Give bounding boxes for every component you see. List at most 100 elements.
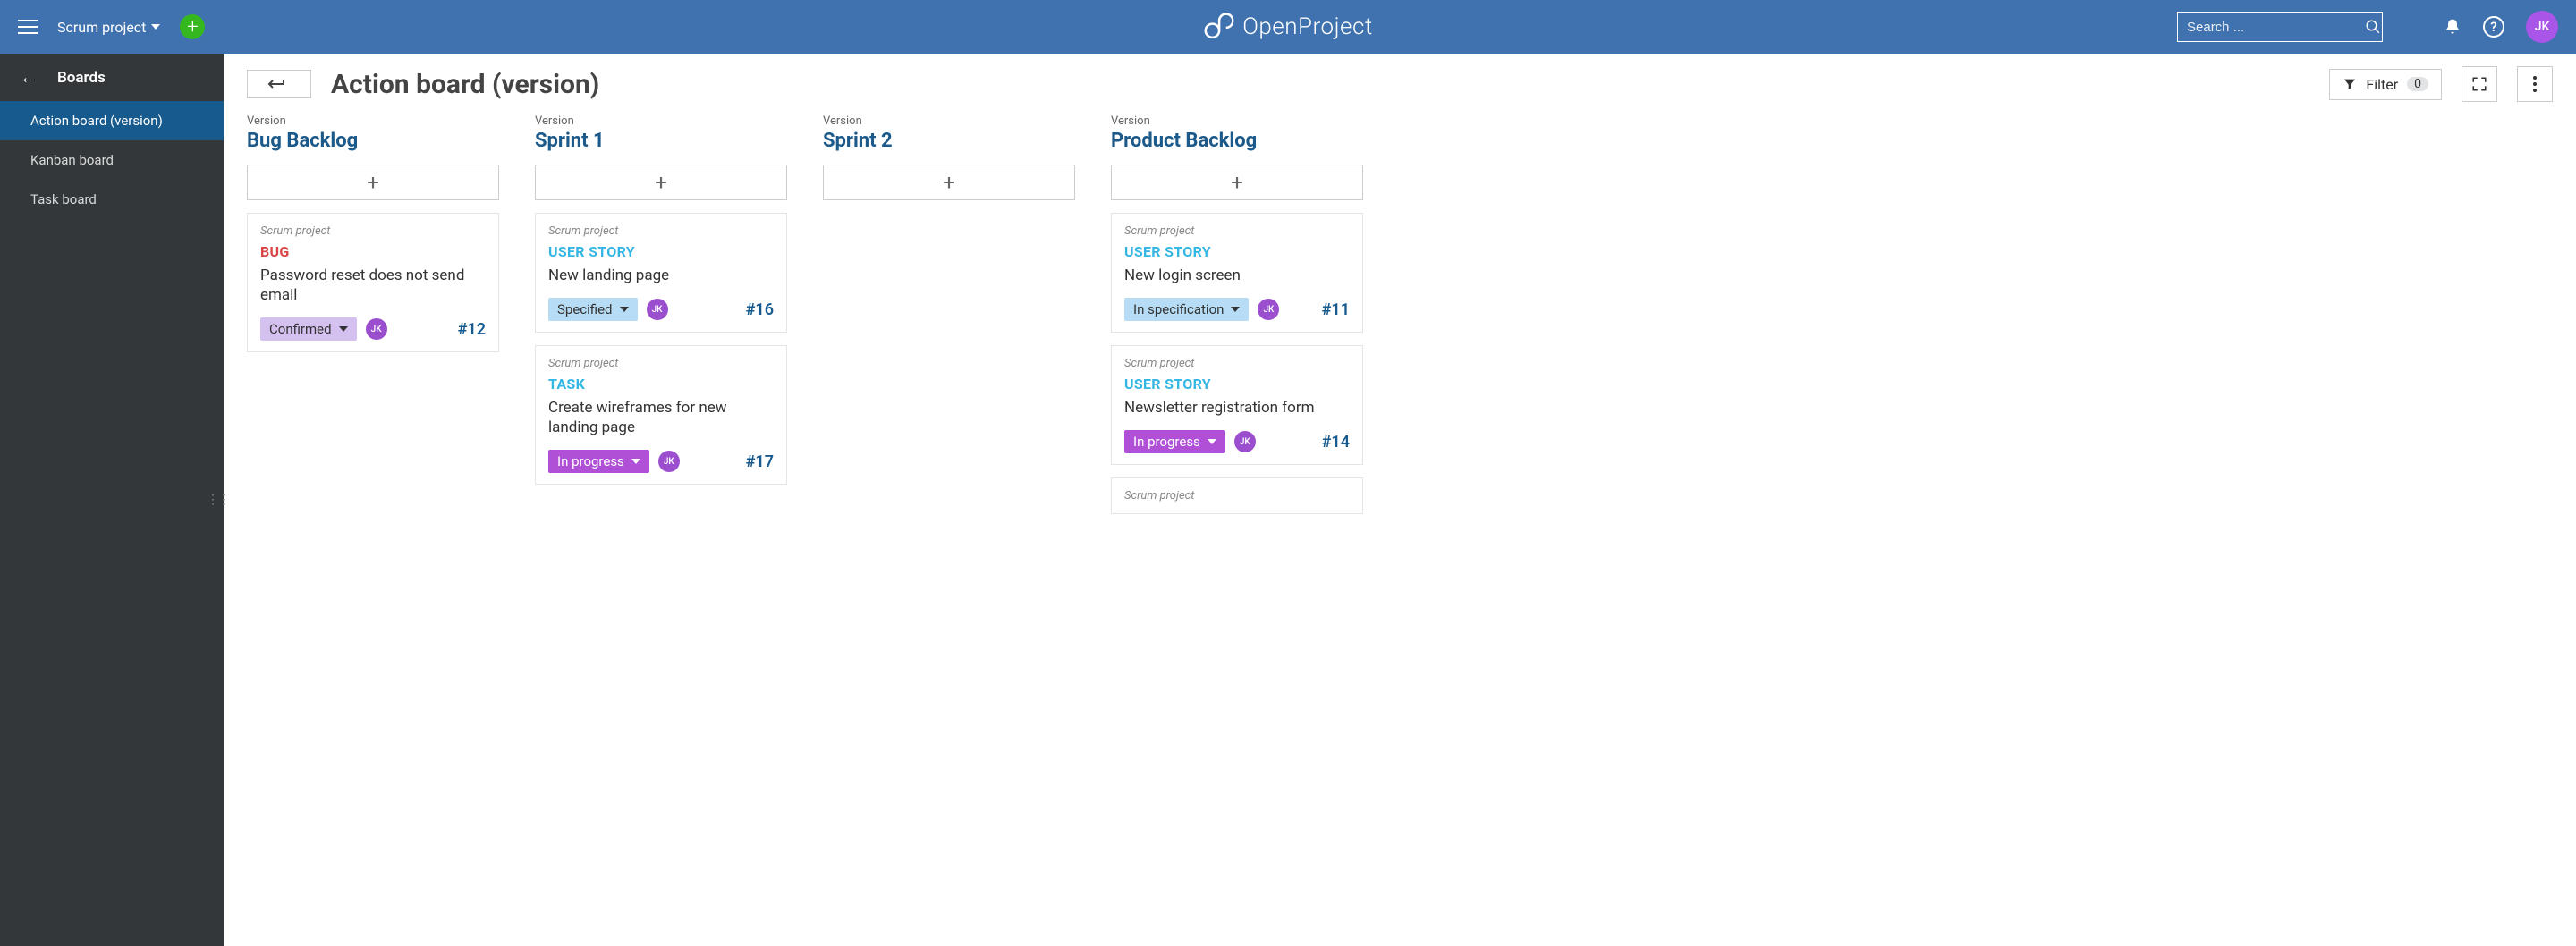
column-category-label: Version [535, 114, 787, 128]
user-avatar[interactable]: JK [2526, 11, 2558, 43]
status-selector[interactable]: In progress [1124, 430, 1225, 453]
assignee-avatar[interactable]: JK [1234, 431, 1256, 452]
board-container[interactable]: VersionBug Backlog+Scrum projectBUGPassw… [224, 114, 2576, 946]
card-footer: In progress JK #17 [548, 450, 774, 473]
card-title: Newsletter registration form [1124, 398, 1350, 418]
sidebar-item[interactable]: Task board [0, 180, 224, 219]
modules-grid-icon[interactable] [2404, 18, 2422, 36]
card-title: Create wireframes for new landing page [548, 398, 774, 437]
filter-label: Filter [2366, 76, 2398, 93]
status-label: In specification [1133, 301, 1224, 317]
global-search[interactable] [2177, 12, 2383, 42]
status-label: In progress [1133, 434, 1200, 450]
sidebar-header: ← Boards [0, 54, 224, 101]
board-column: Version Product Backlog + Scrum project USER… [1111, 114, 1363, 928]
assignee-avatar[interactable]: JK [658, 451, 680, 472]
sidebar-section-title: Boards [57, 69, 106, 87]
help-icon[interactable]: ? [2483, 16, 2504, 38]
card-footer: In progress JK #14 [1124, 430, 1350, 453]
openproject-icon [1203, 12, 1233, 42]
menu-toggle-icon[interactable] [18, 20, 38, 34]
filter-count: 0 [2407, 77, 2428, 91]
assignee-avatar[interactable]: JK [366, 318, 387, 340]
card-footer: Specified JK #16 [548, 298, 774, 321]
card-id[interactable]: #12 [458, 320, 486, 339]
work-package-card[interactable]: Scrum projectBUGPassword reset does not … [247, 213, 499, 352]
assignee-avatar[interactable]: JK [1258, 299, 1279, 320]
card-footer: In specification JK #11 [1124, 298, 1350, 321]
card-project: Scrum project [1124, 489, 1350, 503]
global-add-button[interactable]: + [180, 14, 205, 39]
assignee-avatar[interactable]: JK [647, 299, 668, 320]
column-title[interactable]: Bug Backlog [247, 130, 499, 152]
card-title: Password reset does not send email [260, 266, 486, 305]
work-package-card[interactable]: Scrum project [1111, 477, 1363, 514]
card-id[interactable]: #17 [746, 452, 774, 471]
add-card-button[interactable]: + [823, 165, 1075, 200]
sidebar-item-label: Kanban board [30, 152, 114, 168]
sidebar-item[interactable]: Action board (version) [0, 101, 224, 140]
search-icon[interactable] [2365, 19, 2381, 35]
card-id[interactable]: #14 [1322, 433, 1350, 452]
plus-icon: + [943, 170, 955, 195]
add-card-button[interactable]: + [247, 165, 499, 200]
status-label: Confirmed [269, 321, 332, 337]
sidebar-resize-handle[interactable]: ⋮⋮ [207, 493, 228, 507]
work-package-card[interactable]: Scrum projectUSER STORYNew landing pageS… [535, 213, 787, 333]
status-selector[interactable]: In progress [548, 450, 649, 473]
chevron-down-icon [620, 307, 629, 312]
sidebar-item-label: Task board [30, 191, 97, 207]
chevron-down-icon [339, 326, 348, 332]
expand-icon [2471, 76, 2487, 92]
sidebar-back-icon[interactable]: ← [20, 66, 38, 89]
status-selector[interactable]: Specified [548, 298, 638, 321]
column-title[interactable]: Sprint 2 [823, 130, 1075, 152]
card-title: New login screen [1124, 266, 1350, 285]
card-project: Scrum project [548, 357, 774, 370]
card-type: USER STORY [1124, 243, 1350, 260]
add-card-button[interactable]: + [535, 165, 787, 200]
sidebar: ← Boards Action board (version) Kanban bo… [0, 54, 224, 946]
card-type: BUG [260, 243, 486, 260]
sidebar-item[interactable]: Kanban board [0, 140, 224, 180]
work-package-card[interactable]: Scrum project USER STORY New login screen I… [1111, 213, 1363, 333]
board-column: Version Sprint 2 + [823, 114, 1075, 928]
fullscreen-button[interactable] [2462, 66, 2497, 102]
filter-button[interactable]: Filter 0 [2329, 69, 2442, 100]
plus-icon: + [187, 16, 198, 38]
card-type: USER STORY [1124, 376, 1350, 393]
top-header: Scrum project + OpenProject [0, 0, 2576, 54]
app-logo[interactable]: OpenProject [1203, 12, 1373, 42]
project-selector[interactable]: Scrum project [57, 19, 160, 36]
plus-icon: + [655, 170, 667, 195]
status-selector[interactable]: In specification [1124, 298, 1249, 321]
work-package-card[interactable]: Scrum project USER STORY Newsletter regist… [1111, 345, 1363, 465]
column-title[interactable]: Sprint 1 [535, 130, 787, 152]
search-input[interactable] [2187, 20, 2365, 35]
card-footer: Confirmed JK #12 [260, 317, 486, 341]
chevron-down-icon [1208, 439, 1216, 444]
card-id[interactable]: #11 [1322, 300, 1350, 319]
card-project: Scrum project [1124, 224, 1350, 238]
card-type: TASK [548, 376, 774, 393]
column-category-label: Version [823, 114, 1075, 128]
notifications-bell-icon[interactable] [2444, 18, 2462, 36]
card-project: Scrum project [1124, 357, 1350, 370]
column-category-label: Version [1111, 114, 1363, 128]
work-package-card[interactable]: Scrum project TASK Create wireframes for n… [535, 345, 787, 485]
card-id[interactable]: #16 [746, 300, 774, 319]
status-selector[interactable]: Confirmed [260, 317, 357, 341]
page-title: Action board (version) [331, 69, 599, 100]
main-content: Action board (version) Filter 0 [224, 54, 2576, 946]
column-category-label: Version [247, 114, 499, 128]
logo-text: OpenProject [1242, 13, 1373, 40]
column-title[interactable]: Product Backlog [1111, 130, 1363, 152]
status-label: In progress [557, 453, 624, 469]
add-card-button[interactable]: + [1111, 165, 1363, 200]
board-column: Version Bug Backlog + Scrum projectBUGPassw… [247, 114, 499, 928]
more-actions-button[interactable] [2517, 66, 2553, 102]
plus-icon: + [1231, 170, 1243, 195]
status-label: Specified [557, 301, 613, 317]
back-button[interactable] [247, 70, 311, 98]
page-toolbar: Action board (version) Filter 0 [224, 54, 2576, 114]
